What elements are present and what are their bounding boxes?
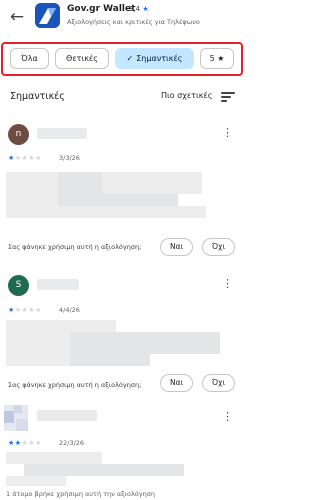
review-date: 22/3/26 <box>59 439 85 447</box>
chip-important[interactable]: ✓ Σημαντικές <box>115 48 194 69</box>
app-title: Gov.gr Wallet <box>67 4 136 14</box>
filled-stars: ★ <box>8 306 15 314</box>
sort-dropdown[interactable]: Πιο σχετικές <box>161 91 212 100</box>
more-options-icon[interactable]: ⋮ <box>222 277 233 291</box>
star-rating: ★★★★★ <box>8 306 42 314</box>
rating-star-icon: ★ <box>142 5 149 13</box>
helpful-question: Σας φάνηκε χρήσιμη αυτή η αξιολόγηση; <box>8 381 142 389</box>
chip-label: 5 <box>209 54 215 63</box>
reviewer-avatar: S <box>8 275 29 296</box>
app-header: ← Gov.gr Wallet 3,4 ★ Αξιολογήσεις και κ… <box>0 0 246 40</box>
more-options-icon[interactable]: ⋮ <box>222 410 233 424</box>
reviewer-name-blurred <box>37 279 79 290</box>
star-icon: ★ <box>217 54 225 63</box>
star-rating: ★★★★★ <box>8 154 42 162</box>
section-title: Σημαντικές <box>10 91 65 102</box>
star-rating: ★★★★★ <box>8 439 42 447</box>
more-options-icon[interactable]: ⋮ <box>222 126 233 140</box>
chip-label: Όλα <box>21 54 38 63</box>
empty-stars: ★★★★ <box>14 154 42 162</box>
helpful-question: Σας φάνηκε χρήσιμη αυτή η αξιολόγηση; <box>8 243 142 251</box>
helpful-no-button[interactable]: Όχι <box>202 238 235 256</box>
app-icon <box>35 3 60 28</box>
chip-all[interactable]: Όλα <box>10 48 49 69</box>
chip-label: Σημαντικές <box>136 54 183 63</box>
app-rating: 3,4 ★ <box>129 5 149 13</box>
sort-icon[interactable] <box>221 91 235 102</box>
check-icon: ✓ <box>126 54 134 63</box>
review-date: 4/4/26 <box>59 306 80 314</box>
reviewer-name-blurred <box>37 128 87 139</box>
reviewer-name-blurred <box>37 410 97 421</box>
filled-stars: ★ <box>8 154 15 162</box>
rating-value: 3,4 <box>129 5 141 13</box>
empty-stars: ★★★★ <box>14 306 42 314</box>
chip-label: Θετικές <box>66 54 98 63</box>
back-arrow-icon[interactable]: ← <box>7 7 27 27</box>
helpful-yes-button[interactable]: Ναι <box>160 374 193 392</box>
filled-stars: ★★ <box>8 439 22 447</box>
app-subtitle: Αξιολογήσεις και κριτικές για Τηλέφωνο <box>67 18 200 26</box>
helpful-no-button[interactable]: Όχι <box>202 374 235 392</box>
helpful-yes-button[interactable]: Ναι <box>160 238 193 256</box>
helpful-count: 1 άτομο βρήκε χρήσιμη αυτή την αξιολόγησ… <box>6 490 155 498</box>
reviewer-avatar <box>4 405 28 431</box>
reviewer-avatar: n <box>8 124 29 145</box>
empty-stars: ★★★ <box>21 439 42 447</box>
chip-5-stars[interactable]: 5 ★ <box>200 48 234 69</box>
chip-positive[interactable]: Θετικές <box>55 48 109 69</box>
review-date: 3/3/26 <box>59 154 80 162</box>
